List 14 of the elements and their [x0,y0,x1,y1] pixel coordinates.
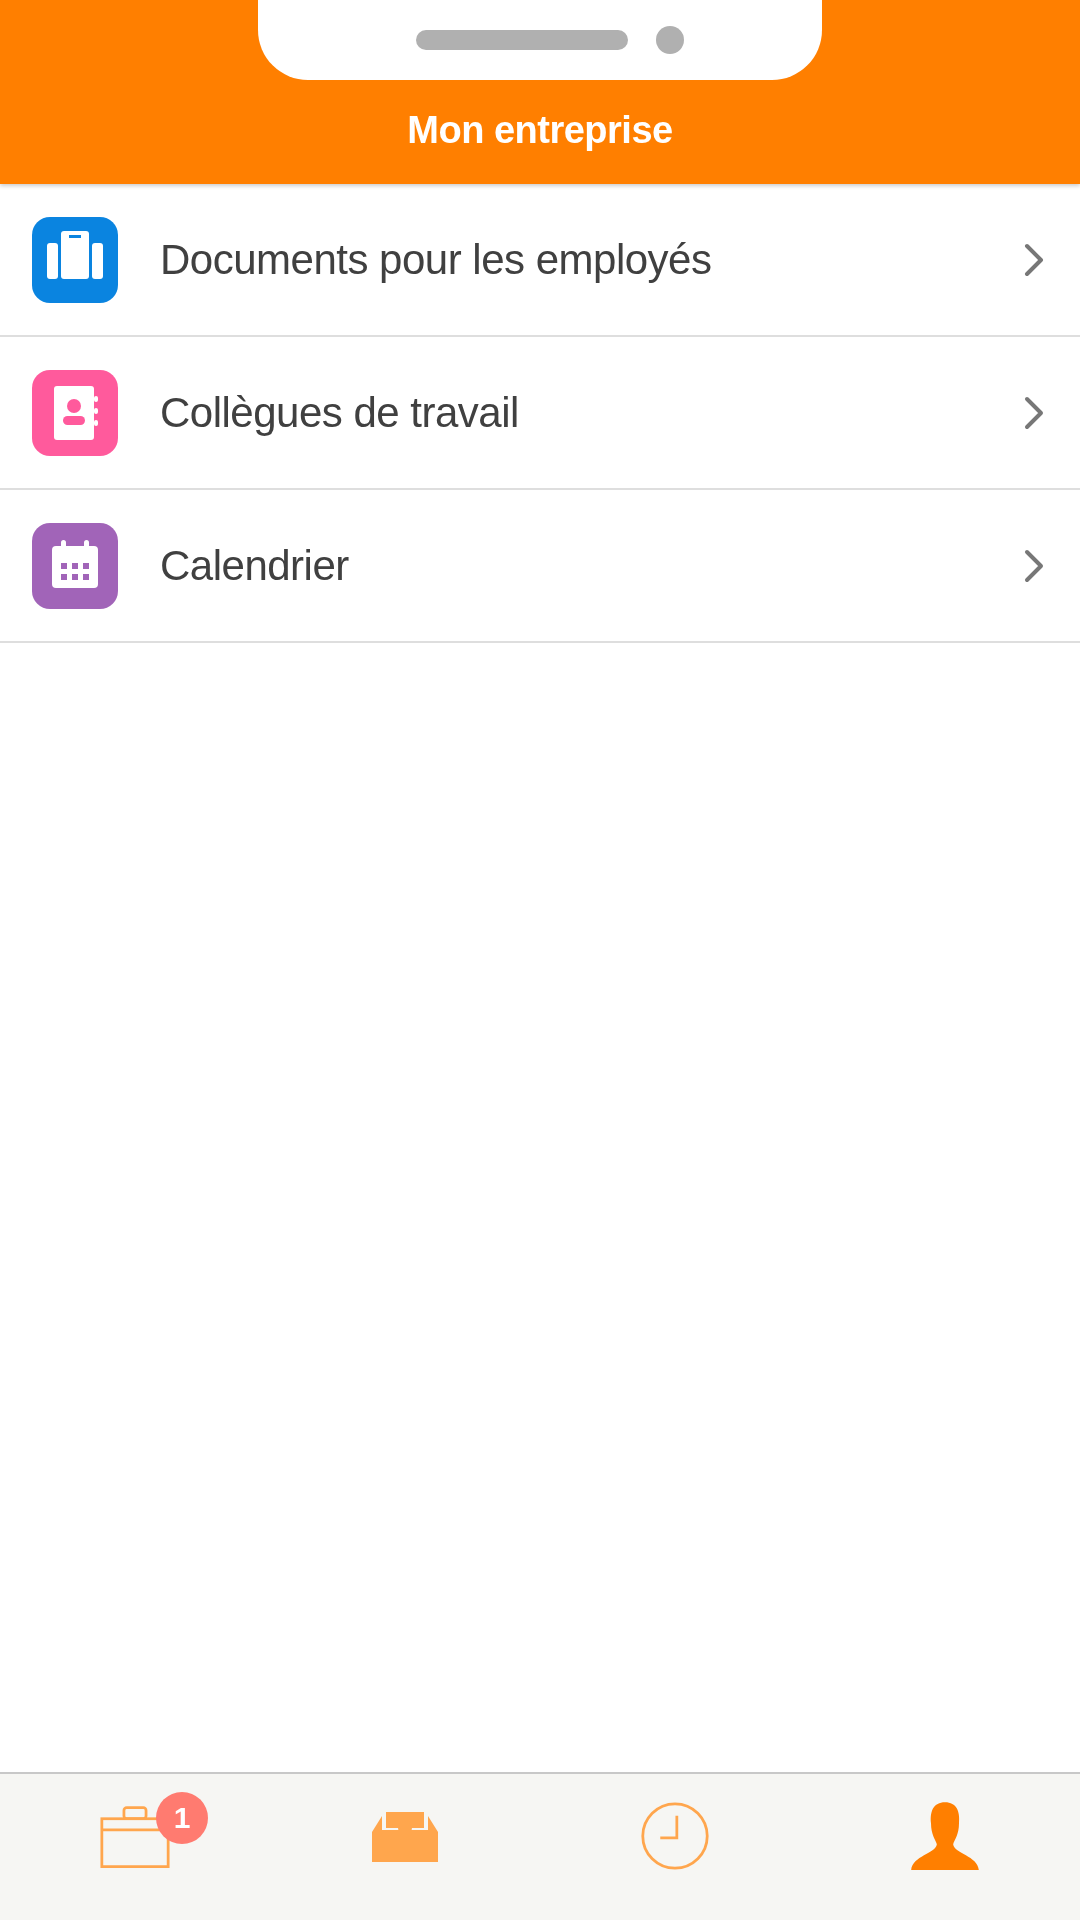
screen-title: Mon entreprise [407,109,673,152]
chevron-right-icon [1024,395,1044,430]
notification-badge: 1 [156,1792,208,1844]
menu-item[interactable]: Calendrier [0,490,1080,643]
menu-item-label: Collègues de travail [160,388,520,437]
chevron-right-icon [1024,242,1044,277]
menu-item-label: Calendrier [160,541,350,590]
chevron-right-icon [1024,548,1044,583]
menu-item[interactable]: Collègues de travail [0,337,1080,490]
menu-item[interactable]: Documents pour les employés [0,184,1080,337]
clock-icon [640,1801,710,1871]
camera-dot [656,26,684,54]
menu-item-label: Documents pour les employés [160,235,713,284]
person-icon [910,1799,980,1873]
